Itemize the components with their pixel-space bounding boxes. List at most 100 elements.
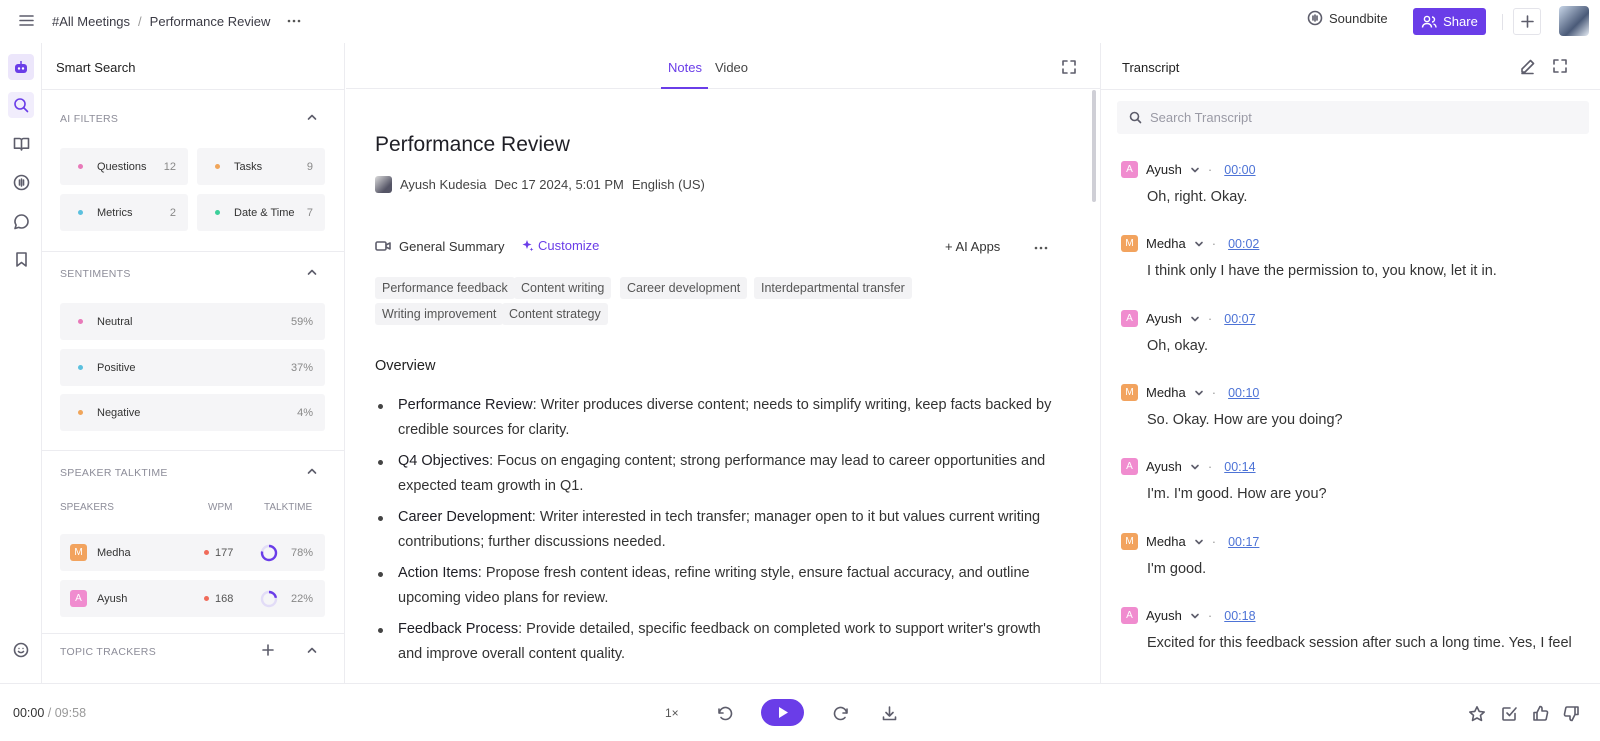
topic-tag[interactable]: Content strategy [502,303,608,325]
summary-type-select[interactable]: General Summary [399,239,504,254]
filter-questions[interactable]: Questions 12 [60,148,188,185]
thumbs-up-icon[interactable] [1532,705,1549,722]
left-rail [0,43,42,683]
transcript-text: Excited for this feedback session after … [1147,635,1572,651]
share-button[interactable]: Share [1413,8,1486,35]
chevron-up-icon[interactable] [306,111,318,123]
filter-tasks[interactable]: Tasks 9 [197,148,325,185]
soundbite-button[interactable]: Soundbite [1307,10,1388,26]
chat-icon[interactable] [8,208,34,234]
add-task-icon[interactable] [1501,705,1518,722]
search-icon [1129,111,1142,124]
timestamp-link[interactable]: 00:02 [1228,237,1259,251]
topic-tag[interactable]: Performance feedback [375,277,515,299]
timestamp-link[interactable]: 00:10 [1228,386,1259,400]
chevron-up-icon[interactable] [306,644,318,656]
tab-video[interactable]: Video [715,60,748,75]
star-icon[interactable] [1468,705,1486,723]
speaker-name[interactable]: Ayush [1146,608,1182,623]
transcript-entry[interactable]: A Ayush · 00:14 I'm. I'm good. How are you? [1121,458,1327,502]
topic-tag[interactable]: Content writing [514,277,612,299]
transcript-entry[interactable]: A Ayush · 00:00 Oh, right. Okay. [1121,161,1256,205]
bullet-text: : Propose fresh content ideas, refine wr… [398,565,1030,606]
transcript-entry[interactable]: A Ayush · 00:07 Oh, okay. [1121,310,1256,354]
fullscreen-icon[interactable] [1061,59,1077,75]
user-avatar[interactable] [1559,6,1589,36]
filter-date-time[interactable]: Date & Time 7 [197,194,325,231]
sentiment-neutral[interactable]: Neutral 59% [60,303,325,340]
bot-icon[interactable] [8,54,34,80]
chevron-down-icon[interactable] [1194,537,1204,547]
smiley-icon[interactable] [8,637,34,663]
timestamp-link[interactable]: 00:00 [1224,163,1255,177]
timestamp-link[interactable]: 00:17 [1228,535,1259,549]
scrollbar[interactable] [1092,90,1096,202]
playback-speed-button[interactable]: 1× [665,706,679,720]
speaker-name[interactable]: Ayush [1146,311,1182,326]
bullet-heading: Action Items [398,565,478,581]
filter-dot [78,164,83,169]
book-icon[interactable] [8,131,34,157]
sentiment-negative[interactable]: Negative 4% [60,394,325,431]
tab-notes[interactable]: Notes [668,60,702,75]
chevron-down-icon[interactable] [1190,314,1200,324]
search-icon[interactable] [8,92,34,118]
transcript-entry[interactable]: M Medha · 00:10 So. Okay. How are you doing? [1121,384,1343,428]
soundbite-nav-icon[interactable] [8,169,34,195]
wpm-value: 177 [204,547,233,559]
rewind-icon[interactable] [716,705,734,723]
filter-metrics[interactable]: Metrics 2 [60,194,188,231]
transcript-entry[interactable]: M Medha · 00:02 I think only I have the perm… [1121,235,1497,279]
author-name[interactable]: Ayush Kudesia [400,177,487,192]
total-time: 09:58 [54,706,87,720]
sentiment-positive[interactable]: Positive 37% [60,349,325,386]
divider [1502,14,1503,30]
thumbs-down-icon[interactable] [1563,705,1580,722]
speaker-name[interactable]: Ayush [1146,459,1182,474]
avatar: A [1121,607,1138,624]
play-button[interactable] [761,699,804,726]
transcript-entry[interactable]: A Ayush · 00:18 Excited for this feedback se… [1121,607,1572,651]
transcript-search-input[interactable]: Search Transcript [1117,101,1589,134]
timestamp-link[interactable]: 00:14 [1224,460,1255,474]
ai-filters-heading: AI FILTERS [60,113,119,125]
more-options-icon[interactable] [286,13,302,29]
avatar: M [1121,384,1138,401]
customize-button[interactable]: Customize [521,238,599,253]
speaker-name[interactable]: Medha [1146,534,1186,549]
more-options-icon[interactable] [1033,240,1049,256]
topic-tag[interactable]: Interdepartmental transfer [754,277,912,299]
chevron-down-icon[interactable] [1194,388,1204,398]
topic-tag[interactable]: Writing improvement [375,303,504,325]
hamburger-menu-icon[interactable] [18,12,35,29]
speaker-name[interactable]: Medha [1146,385,1186,400]
speaker-name[interactable]: Medha [1146,236,1186,251]
chevron-down-icon[interactable] [1190,611,1200,621]
speaker-row-ayush[interactable]: A Ayush 168 22% [60,580,325,617]
chevron-up-icon[interactable] [306,266,318,278]
transcript-entry[interactable]: M Medha · 00:17 I'm good. [1121,533,1259,577]
breadcrumb: #All Meetings / Performance Review [52,14,270,29]
ai-apps-button[interactable]: + AI Apps [945,239,1000,254]
sentiment-label: Negative [97,406,141,419]
col-speakers: SPEAKERS [60,502,114,513]
edit-icon[interactable] [1519,58,1536,75]
chevron-down-icon[interactable] [1190,462,1200,472]
timestamp-link[interactable]: 00:18 [1224,609,1255,623]
speaker-name[interactable]: Ayush [1146,162,1182,177]
chevron-up-icon[interactable] [306,465,318,477]
speaker-row-medha[interactable]: M Medha 177 78% [60,534,325,571]
plus-icon[interactable] [262,644,274,656]
chevron-down-icon[interactable] [1190,165,1200,175]
topic-tag[interactable]: Career development [620,277,748,299]
bookmark-icon[interactable] [8,246,34,272]
add-button[interactable] [1513,8,1541,35]
timestamp-link[interactable]: 00:07 [1224,312,1255,326]
fullscreen-icon[interactable] [1552,58,1568,74]
download-icon[interactable] [881,705,898,722]
col-wpm: WPM [208,502,233,513]
fast-forward-icon[interactable] [832,705,850,723]
separator-dot: · [1207,311,1213,326]
chevron-down-icon[interactable] [1194,239,1204,249]
breadcrumb-all-meetings[interactable]: #All Meetings [52,14,130,29]
